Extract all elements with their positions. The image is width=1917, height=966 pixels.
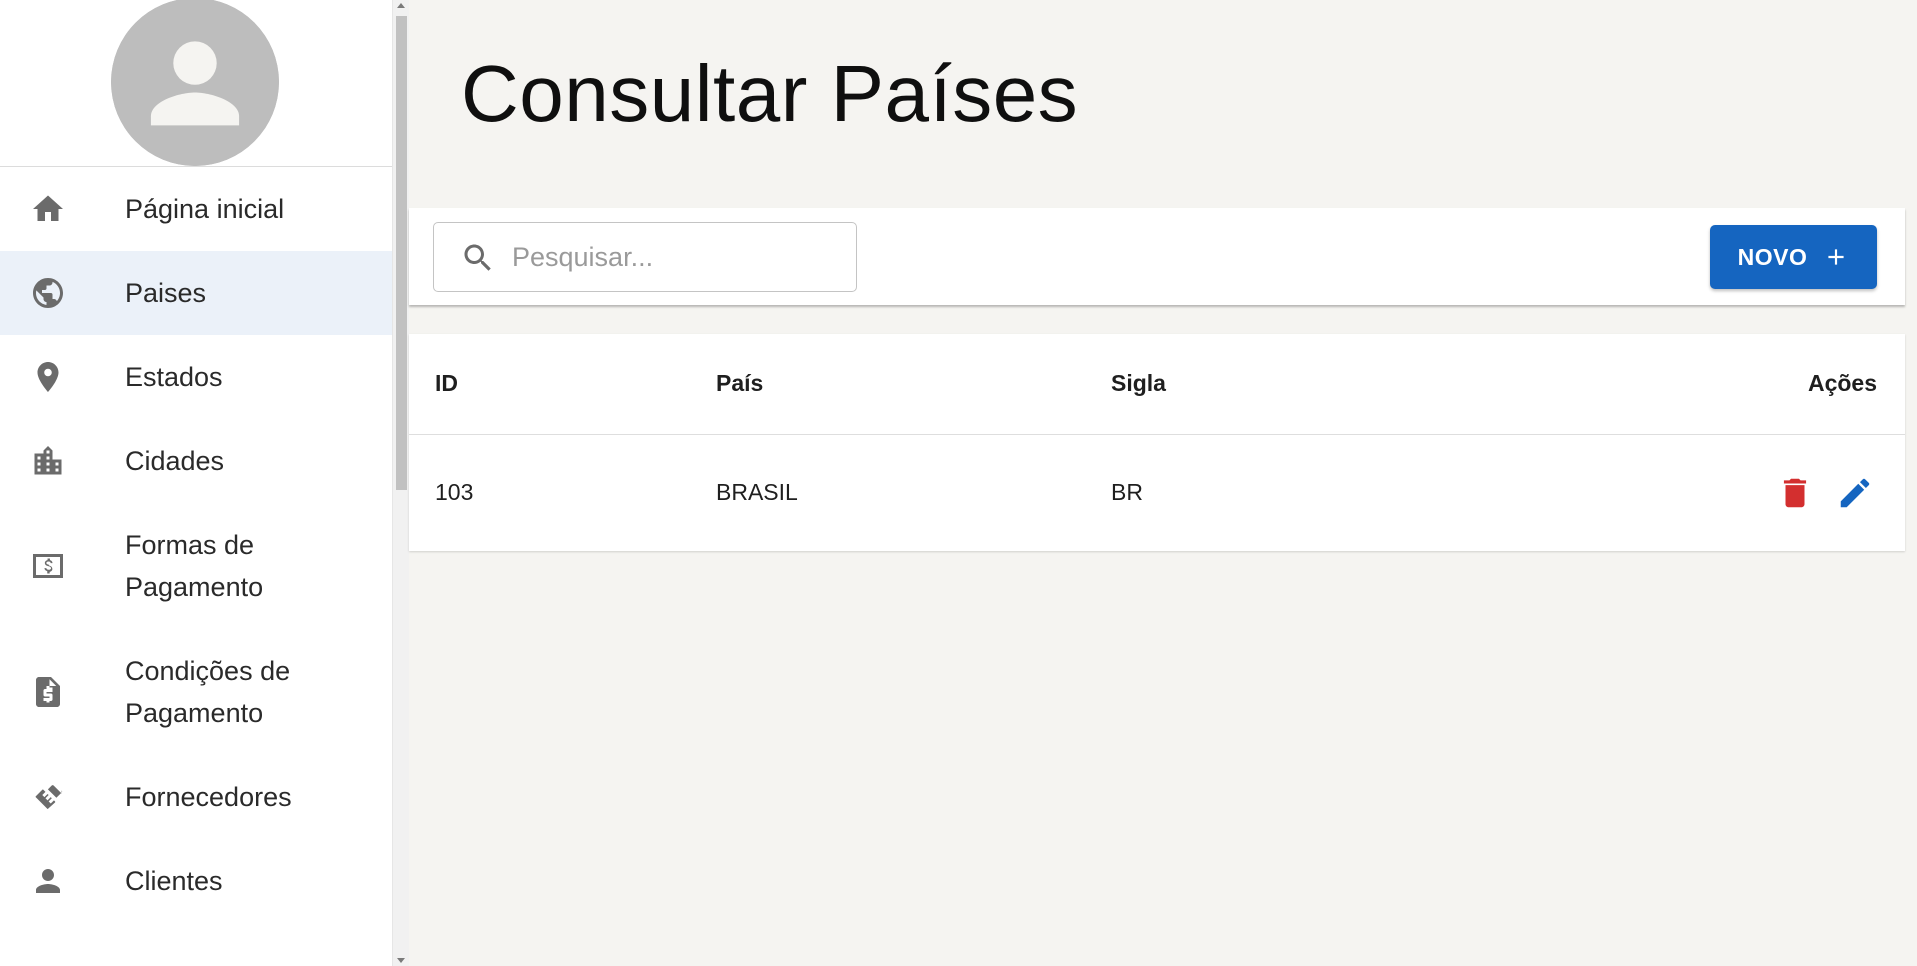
scroll-up-arrow-icon[interactable] — [397, 3, 405, 8]
row-actions — [1775, 473, 1875, 513]
search-box[interactable] — [433, 222, 857, 292]
sidebar-item-paises[interactable]: Paises — [0, 251, 392, 335]
search-input[interactable] — [512, 237, 842, 277]
column-header-sigla[interactable]: Sigla — [1111, 370, 1166, 397]
main-content: Consultar Países NOVO ID País Sigla Açõe… — [409, 0, 1917, 966]
table-header: ID País Sigla Ações — [409, 334, 1905, 435]
sidebar-item-fornecedores[interactable]: Fornecedores — [0, 755, 392, 839]
sidebar-item-formas-de-pagamento[interactable]: Formas de Pagamento — [0, 503, 392, 629]
sidebar-item-condicoes-de-pagamento[interactable]: Condições de Pagamento — [0, 629, 392, 755]
scroll-thumb[interactable] — [396, 16, 407, 490]
sidebar: Página inicial Paises Estados Cidades Fo… — [0, 0, 392, 966]
plus-icon — [1823, 244, 1849, 270]
cell-sigla: BR — [1111, 479, 1143, 505]
sidebar-item-label: Fornecedores — [125, 781, 292, 812]
sidebar-item-label: Condições de Pagamento — [125, 656, 291, 728]
globe-icon — [30, 275, 66, 311]
scroll-down-arrow-icon[interactable] — [397, 958, 405, 963]
cell-pais: BRASIL — [716, 479, 798, 505]
sidebar-item-clientes[interactable]: Clientes — [0, 839, 392, 923]
sidebar-item-label: Cidades — [125, 445, 225, 476]
table-row: 103 BRASIL BR — [409, 435, 1905, 551]
cell-id: 103 — [435, 479, 474, 505]
sidebar-item-pagina-inicial[interactable]: Página inicial — [0, 167, 392, 251]
new-button[interactable]: NOVO — [1710, 225, 1877, 289]
city-icon — [30, 443, 66, 479]
avatar-section — [0, 0, 392, 167]
page-title: Consultar Países — [461, 49, 1079, 138]
sidebar-item-cidades[interactable]: Cidades — [0, 419, 392, 503]
new-button-label: NOVO — [1737, 243, 1808, 270]
location-pin-icon — [30, 359, 66, 395]
column-header-id[interactable]: ID — [435, 370, 458, 397]
column-header-pais[interactable]: País — [716, 370, 763, 397]
invoice-dollar-icon — [30, 674, 66, 710]
person-icon — [111, 0, 279, 166]
sidebar-item-estados[interactable]: Estados — [0, 335, 392, 419]
person-icon — [30, 863, 66, 899]
sidebar-item-label: Paises — [125, 277, 207, 308]
column-header-acoes: Ações — [1807, 370, 1877, 396]
pencil-icon — [1840, 478, 1870, 508]
sidebar-item-label: Clientes — [125, 865, 223, 896]
trash-icon — [1783, 478, 1807, 508]
avatar[interactable] — [111, 0, 279, 166]
countries-table: ID País Sigla Ações 103 BRASIL BR — [409, 334, 1905, 551]
toolbar: NOVO — [409, 208, 1905, 305]
search-icon — [460, 240, 496, 276]
edit-button[interactable] — [1835, 473, 1875, 513]
home-icon — [30, 191, 66, 227]
sidebar-item-label: Formas de Pagamento — [125, 530, 264, 602]
sidebar-scrollbar[interactable] — [392, 0, 409, 966]
money-icon — [30, 548, 66, 584]
delete-button[interactable] — [1775, 473, 1815, 513]
sidebar-item-label: Página inicial — [125, 193, 285, 224]
sidebar-nav: Página inicial Paises Estados Cidades Fo… — [0, 167, 392, 923]
handshake-icon — [30, 779, 66, 815]
sidebar-item-label: Estados — [125, 361, 223, 392]
